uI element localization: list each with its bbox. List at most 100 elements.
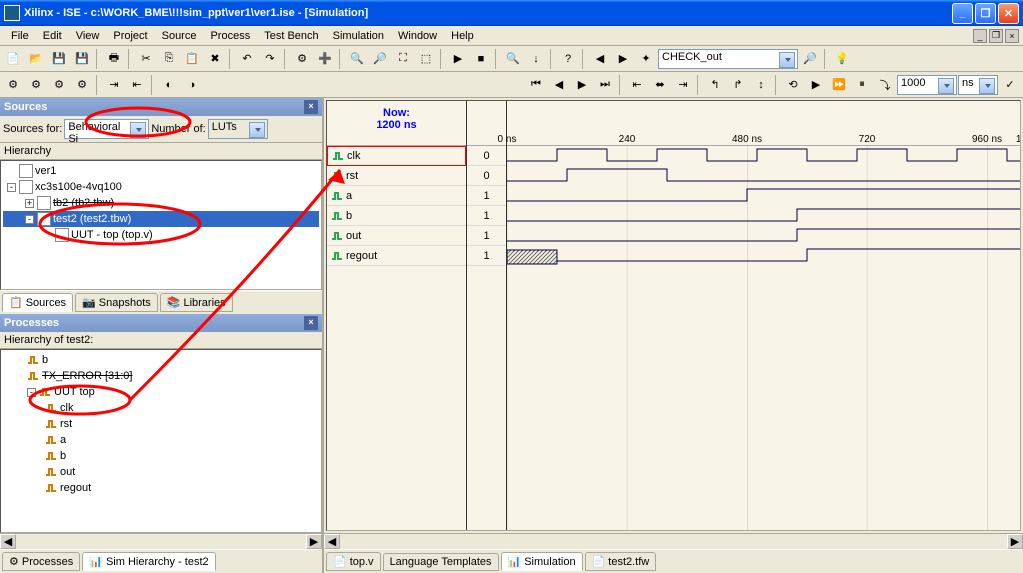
step-icon[interactable]: ⤵ — [874, 74, 896, 96]
tab-snapshots[interactable]: 📷 Snapshots — [75, 293, 158, 312]
cursor-center-icon[interactable]: ⬌ — [649, 74, 671, 96]
tb2-icon-4[interactable]: ⚙ — [71, 74, 93, 96]
process-tree-item[interactable]: TX_ERROR [31:0] — [3, 368, 319, 384]
nav-next-icon[interactable]: ▶ — [571, 74, 593, 96]
cursor-next-icon[interactable]: ⇥ — [672, 74, 694, 96]
tb2-icon-3[interactable]: ⚙ — [48, 74, 70, 96]
zoom-out-icon[interactable]: 🔎 — [369, 48, 391, 70]
menu-project[interactable]: Project — [106, 28, 154, 44]
signal-name-row[interactable]: b — [327, 206, 466, 226]
source-tree-item[interactable]: ver1 — [3, 163, 319, 179]
zoom-fit-icon[interactable]: ⛶ — [392, 48, 414, 70]
sources-for-combo[interactable]: Behavioral Si — [64, 119, 149, 139]
menu-window[interactable]: Window — [391, 28, 444, 44]
process-tree-item[interactable]: b — [3, 352, 319, 368]
run-icon[interactable]: ▶ — [805, 74, 827, 96]
zoom-sel-icon[interactable]: ⬚ — [415, 48, 437, 70]
menu-file[interactable]: File — [4, 28, 36, 44]
close-button[interactable]: ✕ — [998, 3, 1019, 24]
cursor-prev-icon[interactable]: ⇤ — [626, 74, 648, 96]
tb2-icon-1[interactable]: ⚙ — [2, 74, 24, 96]
process-tree-item[interactable]: regout — [3, 480, 319, 496]
tb2-icon-2[interactable]: ⚙ — [25, 74, 47, 96]
signal-combo[interactable]: CHECK_out — [658, 49, 798, 69]
cut-icon[interactable]: ✂ — [135, 48, 157, 70]
tb2-icon-6[interactable]: ⇤ — [126, 74, 148, 96]
restart-icon[interactable]: ⟲ — [782, 74, 804, 96]
scroll-right-icon[interactable]: ▶ — [306, 534, 322, 549]
menu-simulation[interactable]: Simulation — [326, 28, 391, 44]
nav-prev-icon[interactable]: ◀ — [548, 74, 570, 96]
findnext-icon[interactable]: ↓ — [525, 48, 547, 70]
delete-icon[interactable]: ✖ — [204, 48, 226, 70]
paste-icon[interactable]: 📋 — [181, 48, 203, 70]
tip-icon[interactable]: 💡 — [831, 48, 853, 70]
signal-name-row[interactable]: regout — [327, 246, 466, 266]
scroll-left-icon[interactable]: ◀ — [0, 534, 16, 549]
waveform-viewer[interactable]: Now: 1200 ns clkrstaboutregout 001111 0 … — [326, 100, 1021, 531]
edge-next-icon[interactable]: ↱ — [727, 74, 749, 96]
undo-icon[interactable]: ↶ — [236, 48, 258, 70]
runtime-input[interactable]: 1000 — [897, 75, 957, 95]
nav-first-icon[interactable]: ⏮ — [525, 74, 547, 96]
menu-edit[interactable]: Edit — [36, 28, 69, 44]
number-of-combo[interactable]: LUTs — [208, 119, 268, 139]
menu-help[interactable]: Help — [444, 28, 481, 44]
help-icon[interactable]: ? — [557, 48, 579, 70]
source-tree-item[interactable]: UUT - top (top.v) — [3, 227, 319, 243]
processes-tree[interactable]: bTX_ERROR [31:0]-UUT topclkrstaboutregou… — [0, 349, 322, 533]
menu-testbench[interactable]: Test Bench — [257, 28, 325, 44]
edge-prev-icon[interactable]: ↰ — [704, 74, 726, 96]
tab-sources[interactable]: 📋 Sources — [2, 293, 73, 312]
find-icon[interactable]: 🔍 — [502, 48, 524, 70]
break-icon[interactable]: ⏸ — [851, 74, 873, 96]
process-tree-item[interactable]: b — [3, 448, 319, 464]
tab-simulation[interactable]: 📊 Simulation — [501, 552, 583, 571]
menu-process[interactable]: Process — [203, 28, 257, 44]
tb2-icon-5[interactable]: ⇥ — [103, 74, 125, 96]
wave-scroll-left-icon[interactable]: ◀ — [324, 534, 340, 549]
runall-icon[interactable]: ⏩ — [828, 74, 850, 96]
wave-hscroll[interactable]: ◀▶ — [324, 533, 1023, 549]
maximize-button[interactable]: ❐ — [975, 3, 996, 24]
sim-icon[interactable]: ▶ — [447, 48, 469, 70]
apply-icon[interactable]: ✓ — [999, 74, 1021, 96]
signal-name-row[interactable]: a — [327, 186, 466, 206]
signal-name-row[interactable]: clk — [327, 146, 466, 166]
sources-close-icon[interactable]: × — [304, 100, 318, 114]
process-tree-item[interactable]: -UUT top — [3, 384, 319, 400]
source-tree-item[interactable]: +tb2 (tb2.tbw) — [3, 195, 319, 211]
saveall-icon[interactable]: 💾 — [71, 48, 93, 70]
signal-name-row[interactable]: rst — [327, 166, 466, 186]
tab-sim-hierarchy[interactable]: 📊 Sim Hierarchy - test2 — [82, 552, 215, 571]
mdi-minimize-icon[interactable]: _ — [973, 29, 987, 43]
menu-view[interactable]: View — [69, 28, 107, 44]
edge-find-icon[interactable]: ↕ — [750, 74, 772, 96]
menu-source[interactable]: Source — [155, 28, 204, 44]
minimize-button[interactable]: _ — [952, 3, 973, 24]
process-tree-item[interactable]: a — [3, 432, 319, 448]
process-tree-item[interactable]: rst — [3, 416, 319, 432]
processes-close-icon[interactable]: × — [304, 316, 318, 330]
sources-tree[interactable]: ver1-xc3s100e-4vq100+tb2 (tb2.tbw)-test2… — [0, 160, 322, 290]
signal-name-row[interactable]: out — [327, 226, 466, 246]
source-tree-item[interactable]: -xc3s100e-4vq100 — [3, 179, 319, 195]
process-tree-item[interactable]: out — [3, 464, 319, 480]
marker-prev-icon[interactable]: ◀ — [589, 48, 611, 70]
prop-icon[interactable]: ⚙ — [291, 48, 313, 70]
copy-icon[interactable]: ⎘ — [158, 48, 180, 70]
wave-scroll-right-icon[interactable]: ▶ — [1007, 534, 1023, 549]
source-tree-item[interactable]: -test2 (test2.tbw) — [3, 211, 319, 227]
runtime-unit-combo[interactable]: ns — [958, 75, 998, 95]
tab-lang-templates[interactable]: Language Templates — [383, 553, 499, 571]
redo-icon[interactable]: ↷ — [259, 48, 281, 70]
tb2-icon-7[interactable]: ◐ — [158, 74, 180, 96]
mdi-restore-icon[interactable]: ❐ — [989, 29, 1003, 43]
tab-topv[interactable]: 📄 top.v — [326, 552, 381, 571]
marker-next-icon[interactable]: ▶ — [612, 48, 634, 70]
new-icon[interactable]: 📄 — [2, 48, 24, 70]
tab-test2tfw[interactable]: 📄 test2.tfw — [585, 552, 657, 571]
zoom-in-icon[interactable]: 🔍 — [346, 48, 368, 70]
tab-libraries[interactable]: 📚 Libraries — [160, 293, 233, 312]
open-icon[interactable]: 📂 — [25, 48, 47, 70]
